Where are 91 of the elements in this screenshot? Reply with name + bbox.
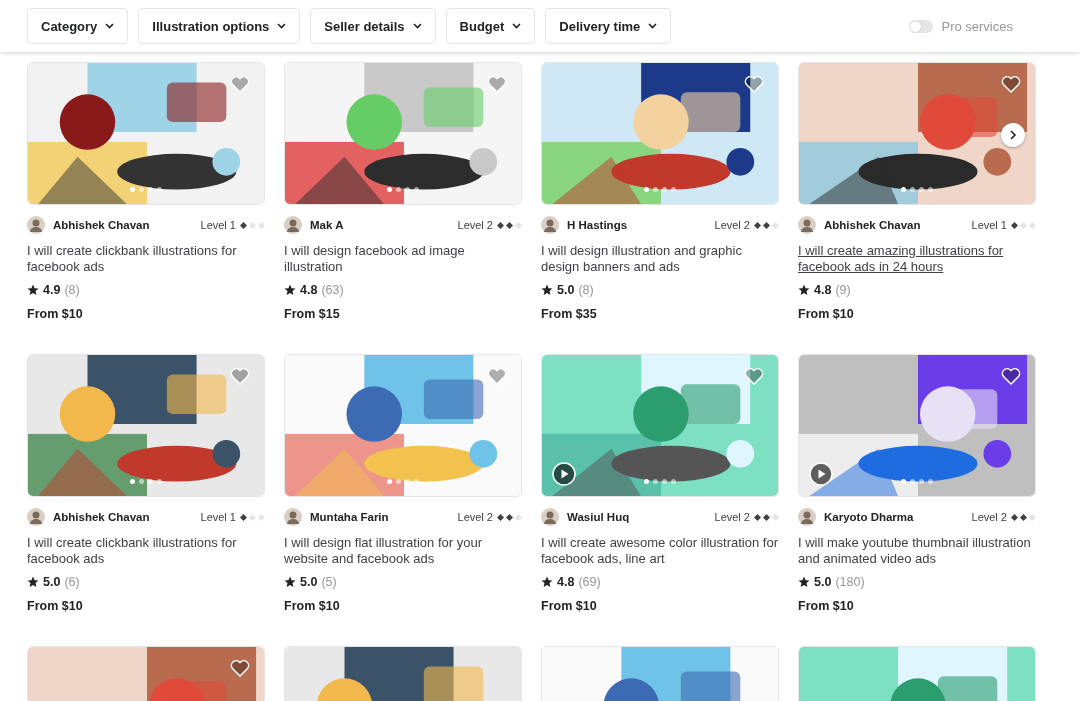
- seller-level: Level 2: [457, 511, 493, 523]
- seller-level: Level 2: [971, 511, 1007, 523]
- avatar[interactable]: [27, 508, 45, 526]
- seller-level: Level 2: [457, 219, 493, 231]
- chevron-down-icon: [648, 23, 658, 29]
- play-icon[interactable]: [809, 462, 833, 486]
- price-label: From $10: [798, 307, 855, 321]
- avatar[interactable]: [798, 216, 816, 234]
- rating-value: 5.0: [300, 575, 318, 589]
- review-count: (9): [835, 283, 851, 297]
- carousel-dots[interactable]: [644, 479, 676, 484]
- seller-level: Level 1: [200, 219, 236, 231]
- review-count: (69): [578, 575, 601, 589]
- heart-icon[interactable]: [1001, 367, 1021, 385]
- price-label: From $10: [27, 599, 84, 613]
- toggle-switch[interactable]: [909, 19, 934, 33]
- gig-title-link[interactable]: I will design flat illustration for your website and facebook ads: [284, 535, 522, 567]
- gig-title-link[interactable]: I will create clickbank illustrations for facebook ads: [27, 535, 265, 567]
- carousel-dots[interactable]: [901, 187, 933, 192]
- heart-icon[interactable]: [744, 75, 764, 93]
- pro-services-label: Pro services: [941, 18, 1013, 34]
- rating-value: 5.0: [557, 283, 575, 297]
- rating-value: 4.8: [300, 283, 318, 297]
- review-count: (8): [64, 283, 80, 297]
- play-icon[interactable]: [552, 462, 576, 486]
- gig-title-link[interactable]: I will design facebook ad image illustration: [284, 243, 522, 275]
- rating-value: 5.0: [814, 575, 832, 589]
- star-icon: [541, 284, 553, 296]
- chevron-down-icon: [277, 23, 287, 29]
- avatar[interactable]: [284, 216, 302, 234]
- seller-name[interactable]: Wasiul Huq: [567, 511, 707, 523]
- carousel-dots[interactable]: [387, 479, 419, 484]
- gig-title-link[interactable]: I will design illustration and graphic design banners and ads: [541, 243, 779, 275]
- star-icon: [284, 576, 296, 588]
- seller-name[interactable]: Karyoto Dharma: [824, 511, 964, 523]
- chevron-down-icon: [105, 23, 115, 29]
- price-label: From $10: [27, 307, 84, 321]
- avatar[interactable]: [284, 508, 302, 526]
- avatar[interactable]: [541, 216, 559, 234]
- seller-level: Level 1: [200, 511, 236, 523]
- star-icon: [541, 576, 553, 588]
- filter-dropdown[interactable]: Category: [27, 8, 129, 44]
- seller-name[interactable]: Abhishek Chavan: [53, 511, 193, 523]
- carousel-dots[interactable]: [644, 187, 676, 192]
- gig-title-link[interactable]: I will create awesome color illustration for facebook ads, line art: [541, 535, 779, 567]
- rating-value: 4.8: [814, 283, 832, 297]
- seller-name[interactable]: Mak A: [310, 219, 450, 231]
- gig-title-link[interactable]: I will create clickbank illustrations for facebook ads: [27, 243, 265, 275]
- star-icon: [27, 284, 39, 296]
- carousel-dots[interactable]: [130, 479, 162, 484]
- seller-level: Level 2: [714, 511, 750, 523]
- chevron-down-icon: [512, 23, 522, 29]
- filter-dropdown[interactable]: Budget: [445, 8, 536, 44]
- carousel-dots[interactable]: [387, 187, 419, 192]
- review-count: (5): [321, 575, 337, 589]
- price-label: From $35: [541, 307, 598, 321]
- chevron-down-icon: [412, 23, 422, 29]
- review-count: (6): [64, 575, 80, 589]
- seller-name[interactable]: Abhishek Chavan: [824, 219, 964, 231]
- price-label: From $15: [284, 307, 341, 321]
- price-label: From $10: [798, 599, 855, 613]
- rating-value: 4.9: [43, 283, 61, 297]
- avatar[interactable]: [798, 508, 816, 526]
- heart-icon[interactable]: [1001, 75, 1021, 93]
- star-icon: [798, 284, 810, 296]
- review-count: (63): [321, 283, 344, 297]
- gig-title-link[interactable]: I will create amazing illustrations for facebook ads in 24 hours: [798, 243, 1036, 275]
- seller-name[interactable]: H Hastings: [567, 219, 707, 231]
- avatar[interactable]: [541, 508, 559, 526]
- star-icon: [798, 576, 810, 588]
- rating-value: 5.0: [43, 575, 61, 589]
- rating-value: 4.8: [557, 575, 575, 589]
- chevron-right-icon: [1009, 130, 1017, 140]
- heart-icon[interactable]: [230, 659, 250, 677]
- seller-name[interactable]: Abhishek Chavan: [53, 219, 193, 231]
- seller-level: Level 1: [971, 219, 1007, 231]
- carousel-dots[interactable]: [901, 479, 933, 484]
- carousel-dots[interactable]: [130, 187, 162, 192]
- seller-name[interactable]: Muntaha Farin: [310, 511, 450, 523]
- filter-dropdown[interactable]: Illustration options: [138, 8, 301, 44]
- filter-dropdown[interactable]: Seller details: [310, 8, 436, 44]
- avatar[interactable]: [27, 216, 45, 234]
- price-label: From $10: [284, 599, 341, 613]
- seller-level: Level 2: [714, 219, 750, 231]
- price-label: From $10: [541, 599, 598, 613]
- gig-title-link[interactable]: I will make youtube thumbnail illustration and animated video ads: [798, 535, 1036, 567]
- review-count: (8): [578, 283, 594, 297]
- star-icon: [27, 576, 39, 588]
- filter-dropdown[interactable]: Delivery time: [545, 8, 672, 44]
- star-icon: [284, 284, 296, 296]
- review-count: (180): [835, 575, 865, 589]
